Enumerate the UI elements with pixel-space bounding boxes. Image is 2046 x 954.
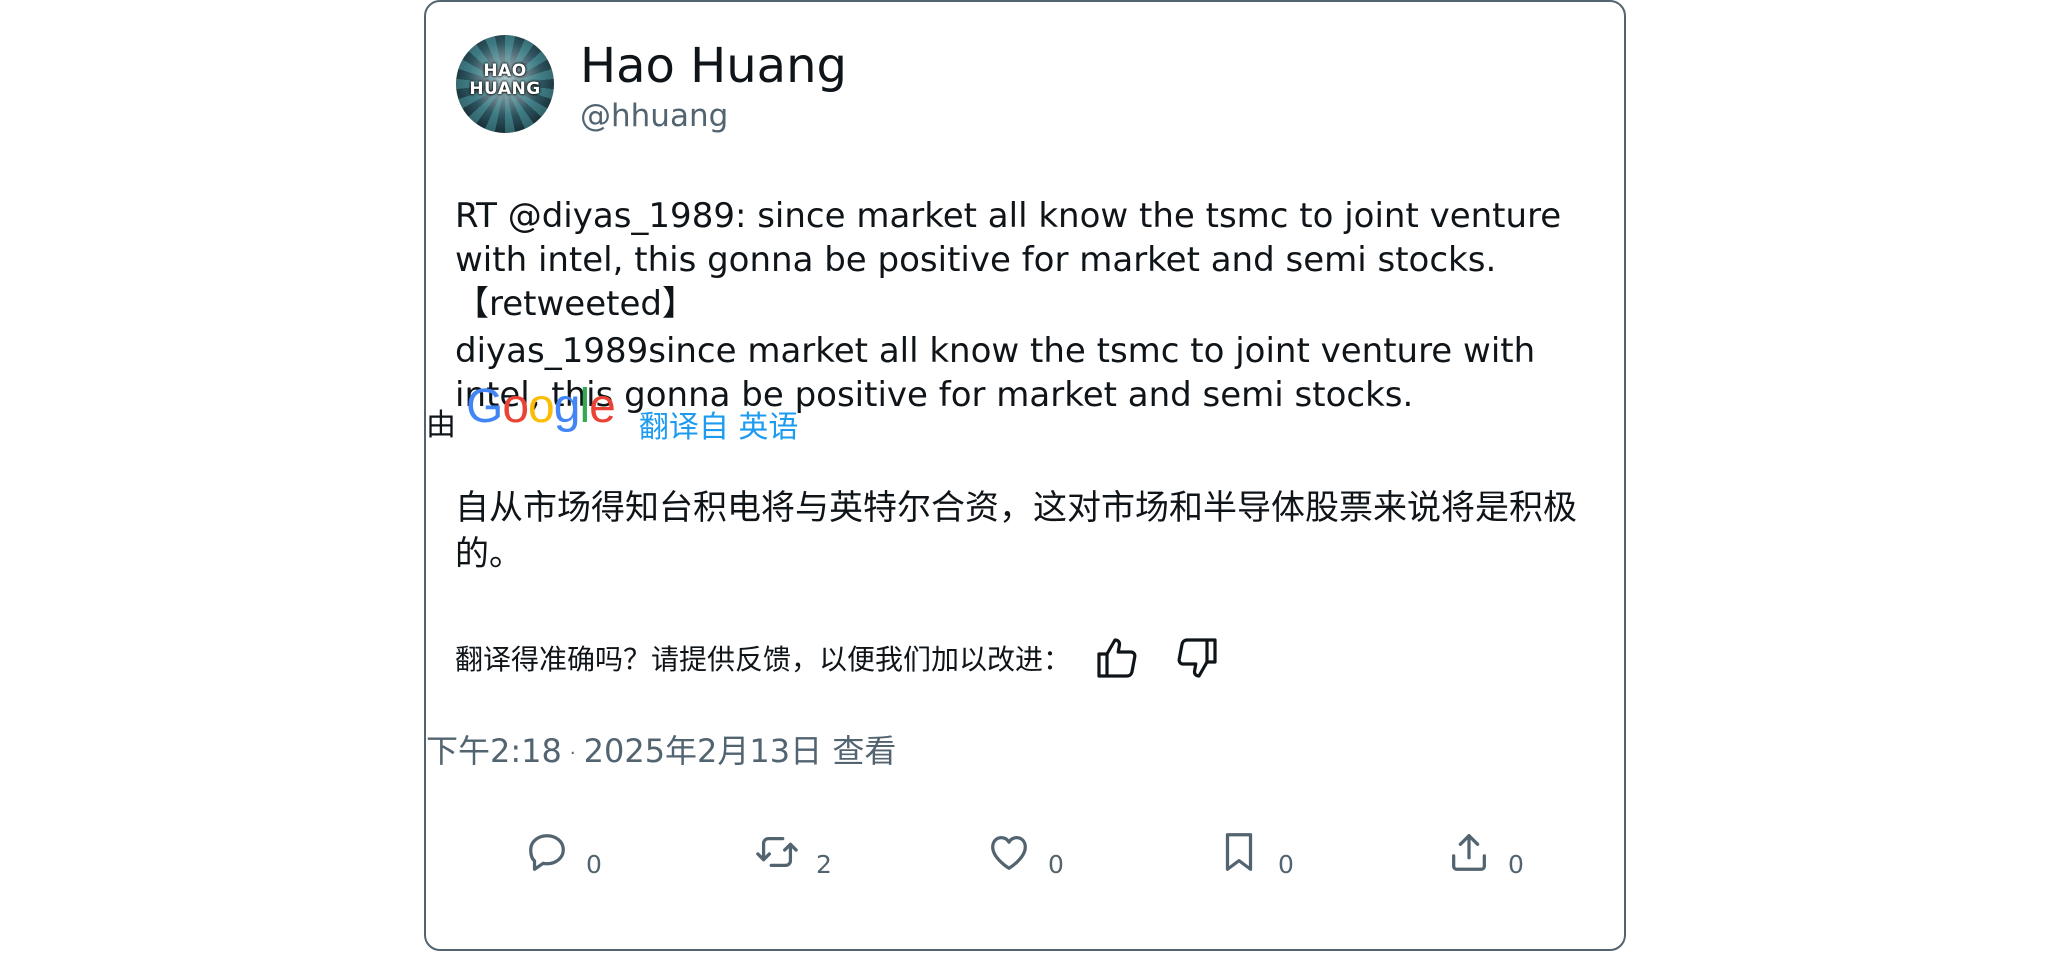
thumbs-up-icon[interactable]	[1093, 634, 1141, 682]
bookmark-button[interactable]: 0	[1216, 829, 1294, 879]
retweet-button[interactable]: 2	[754, 829, 832, 879]
share-button[interactable]: 0	[1446, 829, 1524, 879]
share-icon	[1446, 829, 1492, 879]
avatar-logo-text: HAO HUANG	[469, 61, 541, 99]
author-handle[interactable]: @hhuang	[580, 98, 728, 134]
timestamp-time: 下午2:18	[426, 732, 562, 770]
translation-feedback: 翻译得准确吗？请提供反馈，以便我们加以改进：	[455, 634, 1221, 682]
like-icon	[986, 829, 1032, 879]
translated-by-label: 由	[426, 408, 456, 443]
reply-icon	[524, 829, 570, 879]
tweet-actions: 0 2 0 0 0	[524, 829, 1524, 889]
bookmark-count: 0	[1278, 850, 1294, 879]
google-logo: Google	[466, 380, 616, 433]
reply-count: 0	[586, 850, 602, 879]
translated-from-link[interactable]: 翻译自 英语	[639, 402, 799, 446]
tweet-timestamp[interactable]: 下午2:18 · 2025年2月13日 查看	[426, 726, 896, 772]
reply-button[interactable]: 0	[524, 829, 602, 879]
bookmark-icon	[1216, 829, 1262, 879]
thumbs-down-icon[interactable]	[1173, 634, 1221, 682]
views-label: 查看	[832, 732, 897, 770]
translated-by-row: 由 Google 翻译自 英语	[426, 380, 799, 448]
avatar[interactable]: HAO HUANG	[456, 35, 554, 133]
tweet-text: RT @diyas_1989: since market all know th…	[455, 194, 1605, 417]
translated-text: 自从市场得知台积电将与英特尔合资，这对市场和半导体股票来说将是积极的。	[455, 488, 1577, 574]
retweet-count: 2	[816, 850, 832, 879]
tweet-card: HAO HUANG Hao Huang @hhuang RT @diyas_19…	[424, 0, 1626, 951]
like-button[interactable]: 0	[986, 829, 1064, 879]
feedback-label: 翻译得准确吗？请提供反馈，以便我们加以改进：	[455, 643, 1072, 676]
like-count: 0	[1048, 850, 1064, 879]
timestamp-date: 2025年2月13日	[583, 732, 823, 770]
tweet-text-line: RT @diyas_1989: since market all know th…	[455, 196, 1562, 324]
share-count: 0	[1508, 850, 1524, 879]
retweet-icon	[754, 829, 800, 879]
author-display-name[interactable]: Hao Huang	[580, 38, 847, 94]
timestamp-separator: ·	[569, 742, 576, 764]
